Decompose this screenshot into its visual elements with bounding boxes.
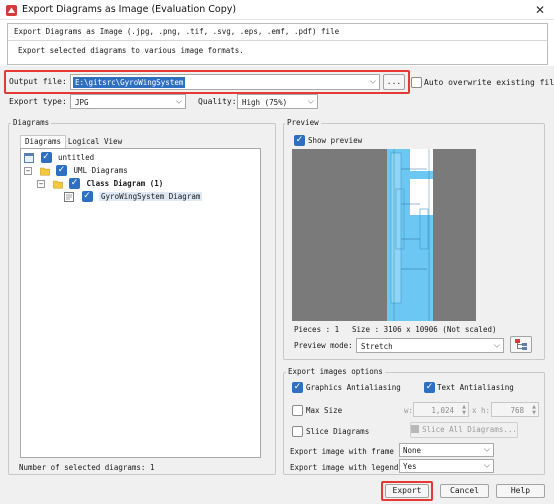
close-icon[interactable]: ✕ [531, 1, 549, 19]
width-input[interactable]: 1,024 ▲ ▼ [413, 402, 469, 417]
width-value: 1,024 [431, 406, 454, 415]
spinner-icon[interactable]: ▲ ▼ [462, 404, 466, 416]
tree-checkbox[interactable]: ✓ [69, 178, 81, 189]
tree-checkbox[interactable]: ✓ [56, 165, 68, 176]
banner-description: Export selected diagrams to various imag… [18, 46, 244, 55]
output-file-value: E:\gitsrc\GyroWingSystem [73, 77, 186, 88]
tree-layout-icon [515, 339, 527, 350]
diagram-tree[interactable]: ✓ untitled − ✓ UML Diagrams − ✓ Class Di… [20, 148, 261, 458]
preview-group-title: Preview [285, 118, 321, 127]
diagram-preview-image [387, 149, 433, 321]
help-button[interactable]: Help [496, 484, 545, 498]
window-title: Export Diagrams as Image (Evaluation Cop… [22, 4, 237, 15]
tree-item-class-diagram[interactable]: − ✓ Class Diagram (1) [37, 178, 163, 189]
chevron-down-icon[interactable]: ⌵ [484, 445, 490, 455]
export-type-label: Export type: [9, 97, 67, 106]
project-icon [24, 152, 34, 163]
collapse-icon[interactable]: − [37, 179, 45, 188]
tree-label: Class Diagram (1) [86, 179, 164, 188]
legend-label: Export image with legend : [290, 463, 408, 472]
slice-all-label: Slice All Diagrams... [422, 425, 517, 434]
tree-label: UML Diagrams [73, 166, 128, 175]
height-input[interactable]: 768 ▲ ▼ [491, 402, 539, 417]
spinner-icon[interactable]: ▲ ▼ [532, 404, 536, 416]
output-file-label: Output file: [9, 77, 67, 86]
text-antialiasing-label: Text Antialiasing [437, 383, 514, 392]
legend-value: Yes [403, 462, 417, 471]
tab-diagrams[interactable]: Diagrams [20, 135, 66, 148]
frame-label: Export image with frame : [290, 447, 403, 456]
folder-icon [39, 167, 50, 175]
tree-checkbox[interactable]: ✓ [40, 152, 52, 163]
slice-diagrams-checkbox[interactable] [292, 426, 303, 437]
chevron-down-icon[interactable]: ⌵ [370, 77, 376, 87]
tree-item-gyrowingsystem-diagram[interactable]: ✓ GyroWingSystem Diagram [64, 191, 203, 202]
tree-label: GyroWingSystem Diagram [99, 192, 203, 201]
graphics-antialiasing-checkbox[interactable]: ✓ [292, 382, 303, 393]
width-label: w: [404, 406, 414, 415]
preview-mode-label: Preview mode: [294, 341, 353, 350]
tree-item-untitled[interactable]: ✓ untitled [24, 152, 94, 163]
chevron-down-icon[interactable]: ⌵ [308, 96, 314, 106]
tree-label: untitled [58, 153, 95, 162]
diagrams-group-title: Diagrams [11, 118, 52, 127]
max-size-checkbox[interactable] [292, 405, 303, 416]
slice-icon [411, 425, 420, 433]
preview-mode-select[interactable]: Stretch ⌵ [356, 338, 504, 353]
export-button[interactable]: Export [385, 484, 429, 498]
text-antialiasing-checkbox[interactable]: ✓ [424, 382, 435, 393]
header-banner: Export Diagrams as Image (.jpg, .png, .t… [7, 23, 548, 65]
browse-button[interactable]: ... [383, 74, 405, 90]
frame-select[interactable]: None ⌵ [399, 443, 494, 457]
preview-mode-value: Stretch [361, 342, 393, 351]
tree-item-uml-diagrams[interactable]: − ✓ UML Diagrams [24, 165, 128, 176]
auto-overwrite-label: Auto overwrite existing files [424, 78, 554, 87]
chevron-down-icon[interactable]: ⌵ [176, 96, 182, 106]
title-bar: Export Diagrams as Image (Evaluation Cop… [0, 0, 554, 20]
show-preview-checkbox[interactable]: ✓ [294, 135, 305, 146]
selected-diagrams-count: Number of selected diagrams: 1 [19, 463, 155, 472]
slice-diagrams-label: Slice Diagrams [306, 427, 370, 436]
height-label: x h: [472, 406, 491, 415]
tab-logical-view[interactable]: Logical View [67, 136, 123, 148]
collapse-icon[interactable]: − [24, 166, 32, 175]
preview-size: Size : 3106 x 10906 (Not scaled) [352, 325, 497, 334]
banner-heading: Export Diagrams as Image (.jpg, .png, .t… [14, 27, 340, 36]
chevron-down-icon[interactable]: ⌵ [494, 340, 500, 350]
chevron-down-icon[interactable]: ⌵ [484, 461, 490, 471]
class-diagram-icon [64, 191, 74, 202]
cancel-button[interactable]: Cancel [440, 484, 489, 498]
preview-pieces: Pieces : 1 [294, 325, 340, 334]
quality-select[interactable]: High (75%) ⌵ [237, 94, 318, 109]
tree-checkbox[interactable]: ✓ [81, 191, 93, 202]
preview-settings-button[interactable] [510, 336, 532, 353]
slice-all-diagrams-button[interactable]: Slice All Diagrams... [410, 422, 518, 438]
export-type-select[interactable]: JPG ⌵ [70, 94, 186, 109]
banner-divider [8, 40, 547, 41]
app-icon [6, 5, 17, 16]
folder-icon [52, 180, 63, 188]
show-preview-label: Show preview [308, 136, 363, 145]
preview-canvas [292, 149, 476, 321]
auto-overwrite-checkbox[interactable] [411, 77, 422, 88]
height-value: 768 [510, 406, 524, 415]
max-size-label: Max Size [306, 406, 343, 415]
export-options-title: Export images options [286, 367, 385, 376]
output-file-input[interactable]: E:\gitsrc\GyroWingSystem ⌵ [70, 74, 380, 90]
legend-select[interactable]: Yes ⌵ [399, 459, 494, 473]
frame-value: None [403, 446, 422, 455]
quality-value: High (75%) [242, 98, 288, 107]
quality-label: Quality: [198, 97, 237, 106]
graphics-antialiasing-label: Graphics Antialiasing [306, 383, 401, 392]
export-type-value: JPG [75, 98, 89, 107]
